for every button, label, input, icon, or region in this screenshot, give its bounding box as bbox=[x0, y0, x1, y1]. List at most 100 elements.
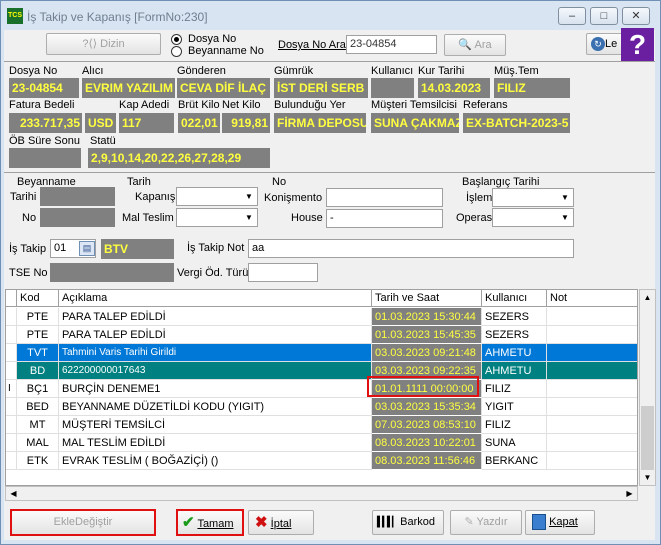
cancel-x-icon: ✖ bbox=[255, 514, 268, 531]
islem-select[interactable]: ▼ bbox=[492, 188, 574, 207]
referans-value: EX-BATCH-2023-5 bbox=[463, 113, 570, 133]
beyanname-no-label: No bbox=[22, 212, 37, 224]
cell-tarih: 08.03.2023 11:56:46 bbox=[372, 452, 482, 470]
scroll-left-icon[interactable]: ◀ bbox=[6, 487, 21, 500]
radio-dosya-label: Dosya No bbox=[188, 33, 237, 45]
cell-not bbox=[547, 380, 637, 398]
lookup-icon[interactable]: ▤ bbox=[79, 241, 95, 256]
iptal-button[interactable]: ✖ İptal bbox=[248, 510, 314, 535]
cell-kod: MAL bbox=[17, 434, 59, 452]
table-row[interactable]: PTE PARA TALEP EDİLDİ 01.03.2023 15:45:35 S… bbox=[6, 326, 637, 344]
ob-sure-sonu-value bbox=[9, 148, 81, 168]
dizin-button[interactable]: ?⟨⟩ Dizin bbox=[46, 33, 161, 55]
close-button[interactable]: ✕ bbox=[622, 7, 650, 25]
header-aciklama[interactable]: Açıklama bbox=[59, 290, 372, 307]
cell-not bbox=[547, 452, 637, 470]
kapanis-select[interactable]: ▼ bbox=[176, 187, 258, 206]
gonderen-label: Gönderen bbox=[177, 65, 226, 77]
header-kod[interactable]: Kod bbox=[17, 290, 59, 307]
gumruk-value: İST DERİ SERB bbox=[274, 78, 368, 98]
is-takip-table[interactable]: Kod Açıklama Tarih ve Saat Kullanıcı Not… bbox=[5, 289, 638, 486]
table-row[interactable]: I BÇ1 BURÇİN DENEME1 01.01.1111 00:00:00 FIL… bbox=[6, 380, 637, 398]
gumruk-label: Gümrük bbox=[274, 65, 314, 77]
tse-no-field[interactable] bbox=[50, 263, 174, 282]
dizin-icon: ?⟨⟩ bbox=[82, 38, 101, 50]
kapat-button[interactable]: Kapat bbox=[525, 510, 595, 535]
header-tarih[interactable]: Tarih ve Saat bbox=[372, 290, 482, 307]
alici-value: EVRIM YAZILIM bbox=[82, 78, 175, 98]
door-icon bbox=[532, 514, 546, 531]
referans-label: Referans bbox=[463, 99, 508, 111]
statu-label: Statü bbox=[90, 135, 116, 147]
fatura-bedeli-value: 233.717,35 bbox=[9, 113, 82, 133]
vergi-input[interactable] bbox=[248, 263, 318, 282]
header-kullanici[interactable]: Kullanıcı bbox=[482, 290, 547, 307]
cell-aciklama: 622200000017643 bbox=[59, 362, 372, 380]
cell-aciklama: PARA TALEP EDİLDİ bbox=[59, 326, 372, 344]
konismento-input[interactable] bbox=[326, 188, 443, 207]
table-header: Kod Açıklama Tarih ve Saat Kullanıcı Not bbox=[6, 290, 637, 307]
divider bbox=[4, 61, 655, 62]
yazdir-button[interactable]: ✎ Yazdır bbox=[450, 510, 522, 535]
dosya-no-ara-input[interactable]: 23-04854 bbox=[346, 35, 437, 54]
app-icon: TCS bbox=[7, 8, 23, 24]
dosya-no-label: Dosya No bbox=[9, 65, 58, 77]
header-indicator bbox=[6, 290, 17, 307]
baslangic-tarihi-label: Başlangıç Tarihi bbox=[462, 176, 540, 188]
ara-button[interactable]: 🔍 Ara bbox=[444, 34, 506, 56]
chevron-down-icon: ▼ bbox=[561, 213, 569, 222]
musteri-temsilcisi-label: Müşteri Temsilcisi bbox=[371, 99, 457, 111]
header-not[interactable]: Not bbox=[547, 290, 637, 307]
cell-marker bbox=[6, 344, 17, 362]
table-row[interactable]: MT MÜŞTERİ TEMSİLCİ 07.03.2023 08:53:10 FIL… bbox=[6, 416, 637, 434]
table-row[interactable]: PTE PARA TALEP EDİLDİ 01.03.2023 15:30:44 S… bbox=[6, 308, 637, 326]
maximize-button[interactable]: □ bbox=[590, 7, 618, 25]
vergi-label: Vergi Öd. Türü bbox=[177, 267, 249, 279]
cell-aciklama: Tahmini Varis Tarihi Girildi bbox=[59, 344, 372, 362]
gonderen-value: CEVA DİF İLAÇ bbox=[177, 78, 270, 98]
horizontal-scrollbar[interactable]: ◀ ▶ bbox=[5, 486, 638, 501]
house-input[interactable]: - bbox=[326, 209, 443, 228]
cell-kullanici: SEZERS bbox=[482, 308, 547, 326]
scroll-down-icon[interactable]: ▼ bbox=[640, 470, 655, 485]
radio-dosya[interactable] bbox=[171, 34, 182, 45]
scroll-right-icon[interactable]: ▶ bbox=[622, 487, 637, 500]
cell-kod: ETK bbox=[17, 452, 59, 470]
chevron-down-icon: ▼ bbox=[245, 213, 253, 222]
right-toolbar-button[interactable]: ↻ Le bbox=[586, 33, 626, 55]
cell-aciklama: MÜŞTERİ TEMSİLCİ bbox=[59, 416, 372, 434]
radio-beyanname[interactable] bbox=[171, 46, 182, 57]
cell-kod: PTE bbox=[17, 308, 59, 326]
mal-teslim-select[interactable]: ▼ bbox=[176, 208, 258, 227]
radio-dot bbox=[174, 37, 179, 42]
table-row[interactable]: MAL MAL TESLİM EDİLDİ 08.03.2023 10:22:01 S… bbox=[6, 434, 637, 452]
cell-not bbox=[547, 416, 637, 434]
vertical-scrollbar[interactable]: ▲ ▼ bbox=[639, 289, 656, 486]
minimize-button[interactable]: – bbox=[558, 7, 586, 25]
barkod-button[interactable]: ▌▍▌▎ Barkod bbox=[372, 510, 444, 535]
statu-value: 2,9,10,14,20,22,26,27,28,29 bbox=[88, 148, 270, 168]
cell-kullanici: BERKANC bbox=[482, 452, 547, 470]
tse-no-label: TSE No bbox=[9, 267, 48, 279]
operas-select[interactable]: ▼ bbox=[492, 208, 574, 227]
cell-tarih: 08.03.2023 10:22:01 bbox=[372, 434, 482, 452]
cell-marker bbox=[6, 398, 17, 416]
ob-sure-sonu-label: ÖB Süre Sonu bbox=[9, 135, 80, 147]
table-row[interactable]: BED BEYANNAME DÜZETİLDİ KODU (YIGIT) 03.03… bbox=[6, 398, 637, 416]
net-kilo-label: Net Kilo bbox=[222, 99, 261, 111]
table-row[interactable]: ETK EVRAK TESLİM ( BOĞAZİÇİ) () 08.03.2023… bbox=[6, 452, 637, 470]
no-group-label: No bbox=[272, 176, 287, 188]
table-row[interactable]: BD 622200000017643 03.03.2023 09:22:35 AHME… bbox=[6, 362, 637, 380]
kullanici-label: Kullanıcı bbox=[371, 65, 414, 77]
beyanname-no-field[interactable] bbox=[40, 208, 115, 227]
radio-beyanname-label: Beyanname No bbox=[188, 45, 264, 57]
net-kilo-value: 919,81 bbox=[222, 113, 270, 133]
scroll-thumb[interactable] bbox=[641, 406, 654, 470]
help-icon[interactable]: ? bbox=[621, 28, 654, 61]
table-row[interactable]: TVT Tahmini Varis Tarihi Girildi 03.03.202… bbox=[6, 344, 637, 362]
scroll-up-icon[interactable]: ▲ bbox=[640, 290, 655, 305]
islem-label: İşlem bbox=[466, 192, 493, 204]
is-takip-not-input[interactable]: aa bbox=[248, 239, 574, 258]
tarih-label: Tarih bbox=[127, 176, 151, 188]
beyanname-tarihi-field[interactable] bbox=[40, 187, 115, 206]
